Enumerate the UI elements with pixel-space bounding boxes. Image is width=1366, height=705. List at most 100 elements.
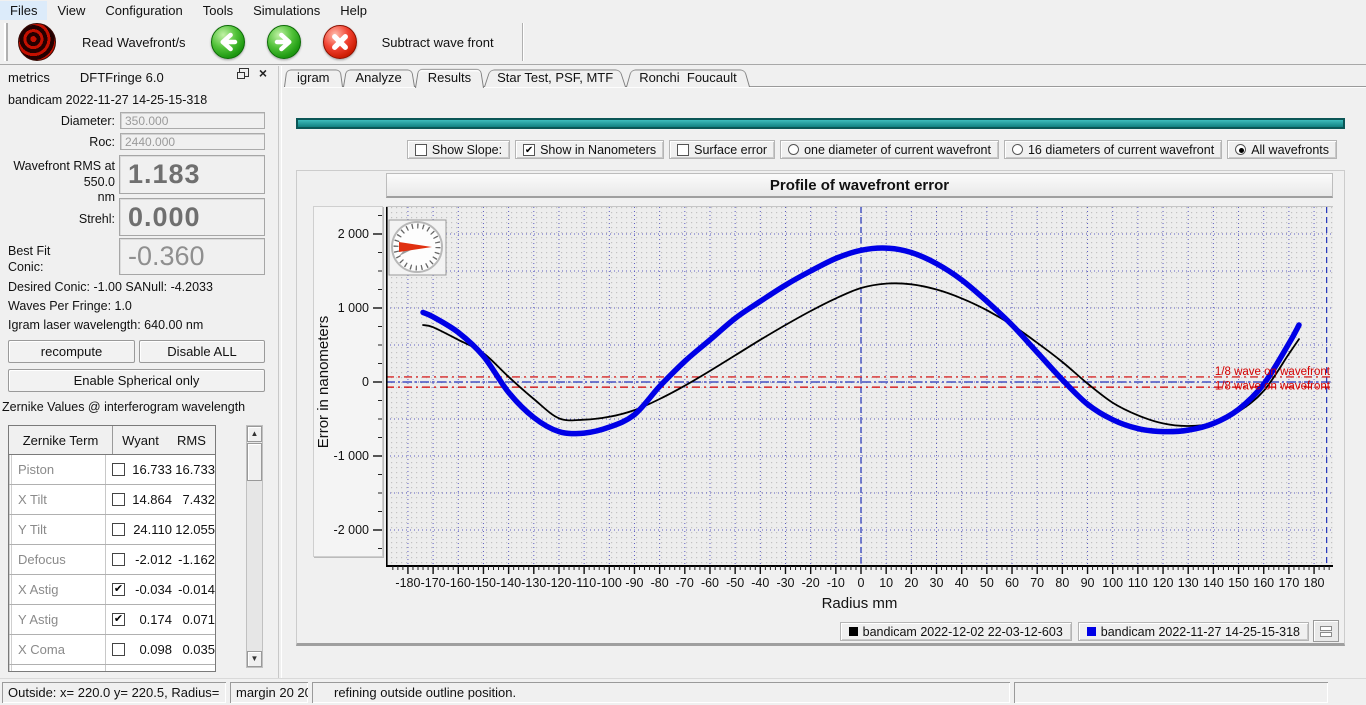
zernike-row-y-coma[interactable]: Y Coma-0.004-0.001 bbox=[9, 665, 215, 671]
svg-text:20: 20 bbox=[904, 576, 918, 590]
zernike-values: -2.012 -1.162 bbox=[106, 552, 215, 567]
zernike-checkbox[interactable] bbox=[112, 643, 125, 656]
zernike-checkbox[interactable] bbox=[112, 523, 125, 536]
svg-text:-2 000: -2 000 bbox=[334, 523, 369, 537]
zernike-scrollbar[interactable]: ▲ ▼ bbox=[246, 425, 263, 668]
roc-field[interactable]: 2440.000 bbox=[120, 133, 265, 150]
diameter-field[interactable]: 350.000 bbox=[120, 112, 265, 129]
disable-all-button[interactable]: Disable ALL bbox=[139, 340, 265, 363]
tab-star-test[interactable]: Star Test, PSF, MTF bbox=[484, 68, 626, 87]
radio-all-wavefronts[interactable]: All wavefronts bbox=[1227, 140, 1337, 159]
zernike-row-x-astig[interactable]: X Astig ✔ -0.034 -0.014 bbox=[9, 575, 215, 605]
zernike-row-y-astig[interactable]: Y Astig ✔ 0.174 0.071 bbox=[9, 605, 215, 635]
svg-text:Error in nanometers: Error in nanometers bbox=[315, 316, 332, 449]
enable-spherical-button[interactable]: Enable Spherical only bbox=[8, 369, 265, 392]
dock-close-icon[interactable]: × bbox=[259, 66, 267, 80]
col-wyant[interactable]: Wyant bbox=[122, 433, 159, 448]
dock-title-bar[interactable]: metrics DFTFringe 6.0 × bbox=[0, 66, 283, 88]
next-wavefront-button[interactable] bbox=[266, 25, 301, 59]
svg-text:80: 80 bbox=[1055, 576, 1069, 590]
svg-text:-40: -40 bbox=[751, 576, 769, 590]
menu-item-tools[interactable]: Tools bbox=[193, 1, 243, 20]
current-wavefront-name: bandicam 2022-11-27 14-25-15-318 bbox=[8, 93, 208, 107]
menu-item-view[interactable]: View bbox=[47, 1, 95, 20]
col-zernike-term[interactable]: Zernike Term bbox=[9, 426, 113, 454]
checkbox-label: Show Slope: bbox=[431, 142, 503, 157]
svg-text:70: 70 bbox=[1030, 576, 1044, 590]
status-message: refining outside outline position. bbox=[312, 681, 1010, 703]
layout-toggle-button[interactable] bbox=[1313, 620, 1339, 642]
legend-item[interactable]: bandicam 2022-11-27 14-25-15-318 bbox=[1077, 622, 1309, 641]
svg-text:0: 0 bbox=[362, 375, 369, 389]
tab-label: Ronchi Foucault bbox=[639, 70, 737, 85]
delete-wavefront-button[interactable] bbox=[322, 25, 357, 59]
zernike-row-defocus[interactable]: Defocus -2.012 -1.162 bbox=[9, 545, 215, 575]
tab-label: Results bbox=[427, 70, 472, 85]
svg-text:90: 90 bbox=[1081, 576, 1095, 590]
zernike-values: 16.733 16.733 bbox=[106, 462, 215, 477]
svg-text:30: 30 bbox=[930, 576, 944, 590]
svg-text:-20: -20 bbox=[802, 576, 820, 590]
radio-one-diameter-of-current-wavefr[interactable]: one diameter of current wavefront bbox=[780, 140, 999, 159]
wyant-value: 24.110 bbox=[133, 522, 172, 537]
checkbox-surface-error[interactable]: Surface error bbox=[669, 140, 776, 159]
menu-item-simulations[interactable]: Simulations bbox=[243, 1, 330, 20]
checkbox-icon bbox=[414, 143, 427, 156]
zernike-checkbox[interactable] bbox=[112, 553, 125, 566]
x-icon bbox=[331, 34, 348, 50]
zernike-table-header[interactable]: Zernike Term Wyant RMS bbox=[9, 426, 215, 455]
dock-tab-metrics[interactable]: metrics bbox=[8, 70, 50, 85]
rms-value: 16.733 bbox=[175, 462, 215, 477]
zernike-checkbox[interactable] bbox=[112, 493, 125, 506]
svg-text:50: 50 bbox=[980, 576, 994, 590]
toolbar-drag-handle[interactable] bbox=[4, 23, 8, 61]
scroll-up-button[interactable]: ▲ bbox=[247, 426, 262, 442]
svg-text:150: 150 bbox=[1228, 576, 1249, 590]
tab-label: igram bbox=[297, 70, 330, 85]
zernike-row-x-coma[interactable]: X Coma 0.098 0.035 bbox=[9, 635, 215, 665]
scroll-down-button[interactable]: ▼ bbox=[247, 651, 262, 667]
dock-float-icon[interactable] bbox=[236, 68, 249, 79]
tab-ronchi-foucault[interactable]: Ronchi Foucault bbox=[626, 68, 750, 87]
col-rms[interactable]: RMS bbox=[177, 433, 206, 448]
radio-16-diameters-of-current-wavefr[interactable]: 16 diameters of current wavefront bbox=[1003, 140, 1223, 159]
menu-item-help[interactable]: Help bbox=[330, 1, 377, 20]
zernike-row-x-tilt[interactable]: X Tilt 14.864 7.432 bbox=[9, 485, 215, 515]
zernike-checkbox[interactable] bbox=[112, 463, 125, 476]
rms-value: 0.035 bbox=[182, 642, 215, 657]
rms-value: 12.055 bbox=[175, 522, 215, 537]
svg-text:-160: -160 bbox=[446, 576, 471, 590]
zernike-values: 0.098 0.035 bbox=[106, 642, 215, 657]
tab-igram[interactable]: igram bbox=[284, 68, 343, 87]
recompute-button[interactable]: recompute bbox=[8, 340, 135, 363]
plot-area[interactable]: 1/8 wave on wavefront 1/8 wave on wavefro… bbox=[386, 206, 1333, 567]
conic-value: -0.360 bbox=[128, 241, 205, 271]
scroll-thumb[interactable] bbox=[247, 443, 262, 481]
zernike-row-y-tilt[interactable]: Y Tilt 24.110 12.055 bbox=[9, 515, 215, 545]
svg-text:-110: -110 bbox=[572, 576, 596, 590]
zernike-checkbox[interactable]: ✔ bbox=[112, 613, 125, 626]
plot-svg: 1/8 wave on wavefront 1/8 wave on wavefro… bbox=[386, 207, 1333, 567]
checkbox-show-in-nanometers[interactable]: ✔ Show in Nanometers bbox=[515, 140, 665, 159]
svg-text:-10: -10 bbox=[827, 576, 845, 590]
menu-item-files[interactable]: Files bbox=[0, 0, 48, 20]
interferogram-swirl-icon[interactable] bbox=[18, 23, 56, 61]
svg-text:-180: -180 bbox=[395, 576, 420, 590]
previous-wavefront-button[interactable] bbox=[210, 25, 245, 59]
checkbox-show-slope-[interactable]: Show Slope: bbox=[406, 140, 511, 159]
status-margin: margin 20 201 bbox=[230, 681, 308, 703]
tab-analyze[interactable]: Analyze bbox=[343, 68, 415, 87]
y-axis-svg: Error in nanometers 2 000 1 000 0 -1 000 -2 0… bbox=[315, 215, 382, 549]
zernike-row-piston[interactable]: Piston 16.733 16.733 bbox=[9, 455, 215, 485]
tab-results[interactable]: Results bbox=[415, 67, 484, 88]
svg-text:140: 140 bbox=[1203, 576, 1224, 590]
menu-item-configuration[interactable]: Configuration bbox=[95, 1, 192, 20]
legend-item[interactable]: bandicam 2022-12-02 22-03-12-603 bbox=[839, 622, 1072, 641]
svg-text:100: 100 bbox=[1102, 576, 1123, 590]
svg-text:120: 120 bbox=[1153, 576, 1174, 590]
svg-text:1/8 wave on wavefront: 1/8 wave on wavefront bbox=[1215, 366, 1331, 378]
svg-text:2 000: 2 000 bbox=[338, 227, 369, 241]
zernike-term: Y Astig bbox=[9, 605, 106, 634]
legend-swatch bbox=[1086, 627, 1096, 636]
zernike-checkbox[interactable]: ✔ bbox=[112, 583, 125, 596]
